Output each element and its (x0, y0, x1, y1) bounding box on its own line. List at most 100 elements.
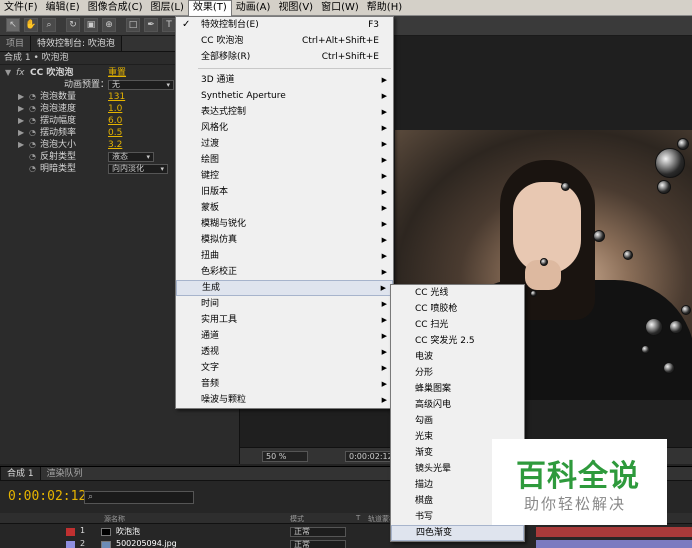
menu-item-4-color-gradient[interactable]: 四色渐变 (391, 525, 524, 541)
stopwatch-icon[interactable]: ◔ (29, 127, 36, 139)
stopwatch-icon[interactable]: ◔ (29, 163, 36, 175)
bubble (540, 258, 548, 266)
menu-help[interactable]: 帮助(H) (363, 0, 406, 16)
shading-type-select[interactable]: 向内淡化 (108, 164, 168, 174)
bubble (593, 230, 605, 242)
menu-item-cc-light-burst[interactable]: CC 突发光 2.5 (391, 333, 524, 349)
property-value[interactable]: 1.0 (108, 103, 122, 115)
zoom-tool-icon[interactable]: ⌕ (42, 18, 56, 32)
menu-item-transition[interactable]: 过渡 ▶ (176, 136, 393, 152)
menu-layer[interactable]: 图层(L) (146, 0, 187, 16)
shortcut-label: Ctrl+Shift+E (321, 52, 379, 62)
menu-item-obsolete[interactable]: 旧版本 ▶ (176, 184, 393, 200)
tab-composition[interactable]: 合成 1 (0, 467, 41, 480)
menu-item-synthetic-aperture[interactable]: Synthetic Aperture ▶ (176, 88, 393, 104)
stopwatch-icon[interactable]: ◔ (29, 91, 36, 103)
submenu-arrow-icon: ▶ (381, 348, 387, 356)
viewer-timecode[interactable]: 0:00:02:12 (345, 451, 393, 462)
expand-triangle-icon[interactable]: ▶ (18, 127, 24, 139)
hand-tool-icon[interactable]: ✋ (24, 18, 38, 32)
property-value[interactable]: 6.0 (108, 115, 122, 127)
fx-icon[interactable]: fx (16, 67, 25, 79)
property-value[interactable]: 3.2 (108, 139, 122, 151)
tab-project[interactable]: 项目 (0, 36, 30, 51)
menu-item-cell-pattern[interactable]: 蜂巢图案 (391, 381, 524, 397)
camera-tool-icon[interactable]: ▣ (84, 18, 98, 32)
menu-item-utility[interactable]: 实用工具 ▶ (176, 312, 393, 328)
menu-item-stylize[interactable]: 风格化 ▶ (176, 120, 393, 136)
expand-triangle-icon[interactable]: ▶ (18, 103, 24, 115)
reflection-type-select[interactable]: 液态 (108, 152, 154, 162)
menu-edit[interactable]: 编辑(E) (42, 0, 84, 16)
property-value[interactable]: 131 (108, 91, 125, 103)
tab-render-queue[interactable]: 渲染队列 (41, 467, 89, 480)
menu-item-fractal[interactable]: 分形 (391, 365, 524, 381)
rotate-tool-icon[interactable]: ↻ (66, 18, 80, 32)
tab-effect-controls[interactable]: 特效控制台: 吹泡泡 (30, 36, 122, 51)
bubble (623, 250, 633, 260)
menu-item-channel[interactable]: 通道 ▶ (176, 328, 393, 344)
menu-item-audio[interactable]: 音频 ▶ (176, 376, 393, 392)
menu-item-simulation[interactable]: 模拟仿真 ▶ (176, 232, 393, 248)
menu-window[interactable]: 窗口(W) (317, 0, 363, 16)
menu-item-expression-controls[interactable]: 表达式控制 ▶ (176, 104, 393, 120)
expand-triangle-icon[interactable]: ▶ (18, 115, 24, 127)
menu-item-cc-light-sweep[interactable]: CC 扫光 (391, 317, 524, 333)
preset-select[interactable]: 无 (108, 80, 174, 90)
layer-name[interactable]: 吹泡泡 (116, 526, 140, 537)
layer-track-bar[interactable] (536, 527, 692, 537)
col-mode: 模式 (290, 515, 304, 523)
timeline-timecode[interactable]: 0:00:02:12 (8, 489, 86, 504)
menu-item-radio-waves[interactable]: 电波 (391, 349, 524, 365)
layer-track-bar[interactable] (536, 540, 692, 548)
layer-name[interactable]: 500205094.jpg (116, 539, 177, 548)
stopwatch-icon[interactable]: ◔ (29, 103, 36, 115)
pan-behind-tool-icon[interactable]: ⊕ (102, 18, 116, 32)
label-color-swatch[interactable] (66, 528, 75, 536)
menu-item-time[interactable]: 时间 ▶ (176, 296, 393, 312)
menu-item-last-effect[interactable]: CC 吹泡泡 Ctrl+Alt+Shift+E (176, 33, 393, 49)
menu-item-distort[interactable]: 扭曲 ▶ (176, 248, 393, 264)
reset-link[interactable]: 重置 (108, 67, 126, 79)
menu-item-3d-channel[interactable]: 3D 通道 ▶ (176, 72, 393, 88)
layer-search-input[interactable]: ⌕ (84, 491, 194, 504)
expand-triangle-icon[interactable]: ▶ (18, 139, 24, 151)
menu-item-generate[interactable]: 生成 ▶ (176, 280, 393, 296)
rectangle-tool-icon[interactable]: □ (126, 18, 140, 32)
menu-item-effect-controls[interactable]: ✓ 特效控制台(E) F3 (176, 17, 393, 33)
menu-item-matte[interactable]: 蒙板 ▶ (176, 200, 393, 216)
submenu-arrow-icon: ▶ (381, 172, 387, 180)
menu-item-paint[interactable]: 绘图 ▶ (176, 152, 393, 168)
menu-item-keying[interactable]: 键控 ▶ (176, 168, 393, 184)
expand-triangle-icon[interactable]: ▼ (5, 67, 11, 79)
text-tool-icon[interactable]: T (162, 18, 176, 32)
menu-item-blur-sharpen[interactable]: 模糊与锐化 ▶ (176, 216, 393, 232)
blend-mode-select[interactable]: 正常 (290, 527, 346, 537)
menu-item-color-correction[interactable]: 色彩校正 ▶ (176, 264, 393, 280)
menu-animation[interactable]: 动画(A) (232, 0, 275, 16)
stopwatch-icon[interactable]: ◔ (29, 139, 36, 151)
pen-tool-icon[interactable]: ✒ (144, 18, 158, 32)
menu-effect[interactable]: 效果(T) (187, 0, 232, 16)
menu-item-perspective[interactable]: 透视 ▶ (176, 344, 393, 360)
menu-item-scribble[interactable]: 勾画 (391, 413, 524, 429)
stopwatch-icon[interactable]: ◔ (29, 115, 36, 127)
menu-composition[interactable]: 图像合成(C) (84, 0, 147, 16)
zoom-select[interactable]: 50 % (262, 451, 308, 462)
menu-item-cc-glue-gun[interactable]: CC 喷胶枪 (391, 301, 524, 317)
menu-item-remove-all[interactable]: 全部移除(R) Ctrl+Shift+E (176, 49, 393, 65)
layer-number: 2 (80, 539, 86, 548)
menu-item-advanced-lightning[interactable]: 高级闪电 (391, 397, 524, 413)
menu-item-text[interactable]: 文字 ▶ (176, 360, 393, 376)
menu-item-cc-light-rays[interactable]: CC 光线 (391, 285, 524, 301)
selection-tool-icon[interactable]: ↖ (6, 18, 20, 32)
property-value[interactable]: 0.5 (108, 127, 122, 139)
blend-mode-select[interactable]: 正常 (290, 540, 346, 548)
expand-triangle-icon[interactable]: ▶ (18, 91, 24, 103)
menu-view[interactable]: 视图(V) (274, 0, 317, 16)
label-color-swatch[interactable] (66, 541, 75, 548)
property-label: 泡泡速度 (40, 104, 77, 114)
stopwatch-icon[interactable]: ◔ (29, 151, 36, 163)
menu-item-noise-grain[interactable]: 噪波与颗粒 ▶ (176, 392, 393, 408)
menu-file[interactable]: 文件(F) (0, 0, 42, 16)
